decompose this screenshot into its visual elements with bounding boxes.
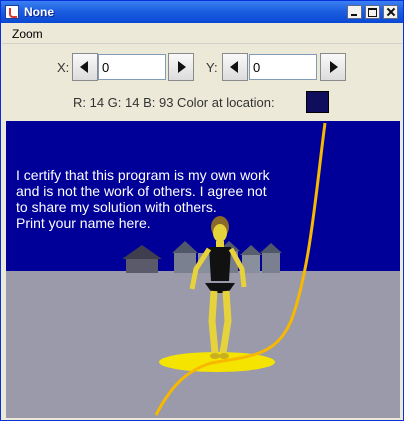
window-title: None [24, 5, 54, 19]
app-window: None Zoom X: Y: R: 14 G: 14 B: 93 Color … [0, 0, 404, 421]
maximize-button[interactable] [365, 5, 380, 19]
x-label: X: [57, 60, 70, 75]
y-label: Y: [206, 60, 218, 75]
caption-line-2: and is not the work of others. I agree n… [16, 183, 267, 199]
caption-line-1: I certify that this program is my own wo… [16, 167, 270, 183]
certification-caption: I certify that this program is my own wo… [16, 167, 270, 231]
menu-zoom[interactable]: Zoom [12, 27, 43, 41]
y-decrement-button[interactable] [222, 53, 248, 81]
y-increment-button[interactable] [320, 53, 346, 81]
minimize-button[interactable] [347, 5, 362, 19]
title-bar[interactable]: None [1, 1, 403, 23]
ground [6, 271, 400, 418]
menu-bar: Zoom [2, 24, 402, 44]
java-app-icon [5, 5, 19, 19]
caption-line-3: to share my solution with others. [16, 199, 217, 215]
y-coordinate-input[interactable] [249, 54, 317, 80]
picture-svg [6, 121, 400, 418]
close-button[interactable] [383, 5, 398, 19]
picture-canvas[interactable]: I certify that this program is my own wo… [6, 121, 400, 418]
x-decrement-button[interactable] [72, 53, 98, 81]
x-increment-button[interactable] [168, 53, 194, 81]
color-swatch [306, 91, 329, 113]
x-coordinate-input[interactable] [98, 54, 166, 80]
caption-line-4: Print your name here. [16, 215, 151, 231]
color-info-text: R: 14 G: 14 B: 93 Color at location: [73, 95, 275, 110]
